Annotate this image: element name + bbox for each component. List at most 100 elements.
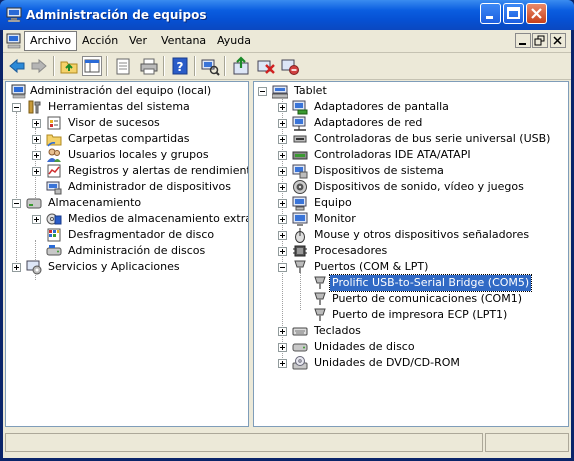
device-category-discos[interactable]: Unidades de disco [276, 339, 566, 355]
expand-toggle[interactable] [32, 119, 41, 128]
display-adapter-icon [292, 100, 308, 115]
tree-node-herramientas[interactable]: Herramientas del sistema [10, 99, 246, 115]
device-category-equipo[interactable]: Equipo [276, 195, 566, 211]
properties-icon[interactable] [113, 56, 133, 76]
svg-text:?: ? [177, 60, 184, 74]
tree-node-carpetas[interactable]: Carpetas compartidas [30, 131, 246, 147]
tree-node-usuarios[interactable]: Usuarios locales y grupos [30, 147, 246, 163]
menu-accion[interactable]: Acción [77, 32, 123, 50]
up-folder-icon[interactable] [59, 56, 79, 76]
device-item-lpt1[interactable]: Puerto de impresora ECP (LPT1) [294, 307, 566, 323]
tree-root-local[interactable]: Administración del equipo (local) [8, 83, 248, 99]
scan-hardware-icon[interactable] [200, 56, 220, 76]
show-hide-tree-button[interactable] [82, 56, 102, 76]
child-minimize-button[interactable] [515, 33, 531, 48]
back-arrow-icon[interactable] [7, 56, 27, 76]
device-category-ide[interactable]: Controladoras IDE ATA/ATAPI [276, 147, 566, 163]
tree-label: Mouse y otros dispositivos señaladores [314, 228, 530, 241]
child-close-button[interactable] [550, 33, 566, 48]
tree-label: Adaptadores de pantalla [314, 100, 449, 113]
monitor-icon [292, 212, 308, 226]
help-icon[interactable]: ? [170, 56, 190, 76]
device-category-pantalla[interactable]: Adaptadores de pantalla [276, 99, 566, 115]
tree-node-admin-discos[interactable]: Administración de discos [30, 243, 246, 259]
title-bar[interactable]: Administración de equipos [0, 0, 574, 30]
device-item-com1[interactable]: Puerto de comunicaciones (COM1) [294, 291, 566, 307]
collapse-toggle[interactable] [12, 199, 21, 208]
computer-management-icon [6, 7, 22, 22]
device-category-teclados[interactable]: Teclados [276, 323, 566, 339]
computer-icon [272, 85, 288, 99]
expand-toggle[interactable] [278, 215, 287, 224]
update-driver-icon[interactable] [231, 56, 251, 76]
tree-label: Medios de almacenamiento extraíbles [68, 212, 248, 225]
menu-ventana[interactable]: Ventana [156, 32, 211, 50]
forward-arrow-icon[interactable] [29, 56, 49, 76]
expand-toggle[interactable] [278, 327, 287, 336]
tree-node-medios[interactable]: Medios de almacenamiento extraíbles [30, 211, 248, 227]
tree-node-desfragmentador[interactable]: Desfragmentador de disco [30, 227, 246, 243]
device-category-dvd[interactable]: Unidades de DVD/CD-ROM [276, 355, 566, 371]
expand-toggle[interactable] [278, 199, 287, 208]
expand-toggle[interactable] [278, 343, 287, 352]
tree-label: Adaptadores de red [314, 116, 423, 129]
print-icon[interactable] [139, 56, 159, 76]
expand-toggle[interactable] [278, 231, 287, 240]
device-root-tablet[interactable]: Tablet [256, 83, 556, 99]
collapse-toggle[interactable] [258, 87, 267, 96]
maximize-button[interactable] [503, 3, 524, 24]
window-frame: Archivo Acción Ver Ventana Ayuda ? Admin… [3, 30, 571, 458]
menu-archivo[interactable]: Archivo [24, 31, 78, 51]
close-button[interactable] [526, 3, 547, 24]
device-category-sonido[interactable]: Dispositivos de sonido, vídeo y juegos [276, 179, 566, 195]
performance-logs-icon [47, 164, 61, 178]
device-category-red[interactable]: Adaptadores de red [276, 115, 566, 131]
console-tree-pane[interactable]: Administración del equipo (local) Herram… [5, 81, 249, 427]
menu-ver[interactable]: Ver [124, 32, 152, 50]
tree-node-admin-dispositivos[interactable]: Administrador de dispositivos [30, 179, 246, 195]
tree-node-visor-sucesos[interactable]: Visor de sucesos [30, 115, 246, 131]
expand-toggle[interactable] [278, 119, 287, 128]
device-category-sistema[interactable]: Dispositivos de sistema [276, 163, 566, 179]
expand-toggle[interactable] [278, 151, 287, 160]
disable-device-icon[interactable] [280, 56, 300, 76]
tree-node-almacenamiento[interactable]: Almacenamiento [10, 195, 246, 211]
device-category-usb[interactable]: Controladoras de bus serie universal (US… [276, 131, 566, 147]
menu-ayuda[interactable]: Ayuda [212, 32, 256, 50]
device-category-mouse[interactable]: Mouse y otros dispositivos señaladores [276, 227, 566, 243]
collapse-toggle[interactable] [12, 103, 21, 112]
expand-toggle[interactable] [32, 151, 41, 160]
expand-toggle[interactable] [32, 135, 41, 144]
status-panel-main [5, 433, 483, 452]
expand-toggle[interactable] [278, 359, 287, 368]
expand-toggle[interactable] [32, 215, 41, 224]
expand-toggle[interactable] [278, 247, 287, 256]
removable-storage-icon [46, 213, 62, 225]
device-category-monitor[interactable]: Monitor [276, 211, 566, 227]
tree-node-registros[interactable]: Registros y alertas de rendimiento [30, 163, 248, 179]
expand-toggle[interactable] [32, 167, 41, 176]
expand-toggle[interactable] [278, 167, 287, 176]
uninstall-device-icon[interactable] [256, 56, 276, 76]
port-icon [294, 260, 306, 273]
expand-toggle[interactable] [278, 183, 287, 192]
device-category-procesadores[interactable]: Procesadores [276, 243, 566, 259]
tree-node-servicios[interactable]: Servicios y Aplicaciones [10, 259, 246, 275]
child-restore-button[interactable] [532, 33, 548, 48]
collapse-toggle[interactable] [278, 263, 287, 272]
device-item-prolific-com5[interactable]: Prolific USB-to-Serial Bridge (COM5) [294, 274, 566, 292]
tree-label: Administración del equipo (local) [30, 84, 212, 97]
tree-label: Controladoras IDE ATA/ATAPI [314, 148, 471, 161]
app-window: Administración de equipos Archivo Acción… [0, 0, 574, 461]
expand-toggle[interactable] [12, 263, 21, 272]
system-menu-icon[interactable] [6, 33, 22, 49]
tree-label: Visor de sucesos [68, 116, 160, 129]
minimize-button[interactable] [480, 3, 501, 24]
minimize-icon [519, 43, 526, 45]
device-category-puertos[interactable]: Puertos (COM & LPT) [276, 259, 566, 275]
status-bar [5, 431, 569, 453]
details-pane[interactable]: Tablet Adaptadores de pantalla Adaptador… [253, 81, 569, 427]
expand-toggle[interactable] [278, 135, 287, 144]
disk-drive-icon [292, 343, 308, 352]
expand-toggle[interactable] [278, 103, 287, 112]
